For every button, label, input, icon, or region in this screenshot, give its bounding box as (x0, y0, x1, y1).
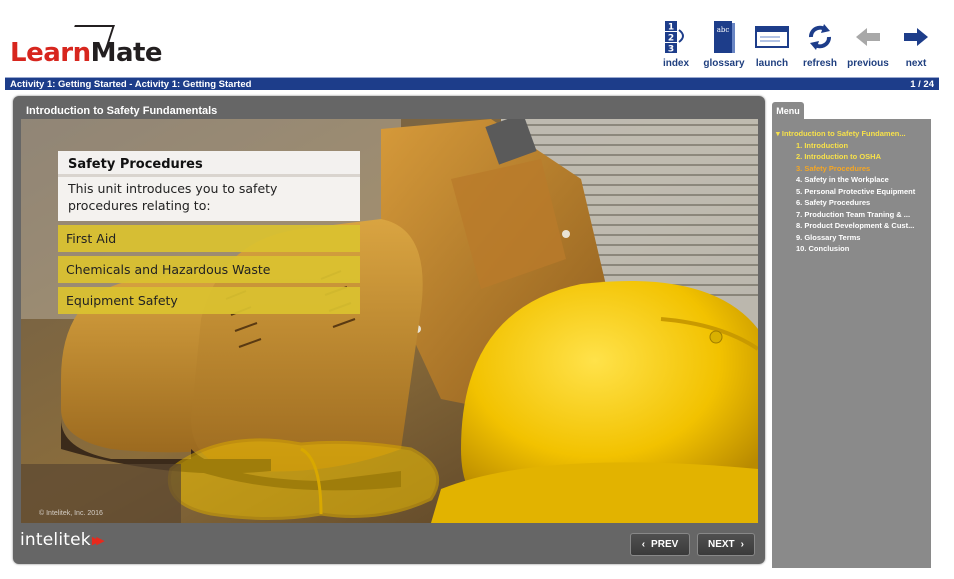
previous-label: previous (847, 58, 889, 69)
topic-chemicals: Chemicals and Hazardous Waste (58, 256, 360, 283)
card-intro: This unit introduces you to safety proce… (58, 177, 360, 221)
svg-text:3: 3 (668, 45, 674, 55)
menu-item[interactable]: 2. Introduction to OSHA (772, 151, 931, 163)
topic-equipment-safety: Equipment Safety (58, 287, 360, 314)
arrow-left-icon (856, 28, 880, 46)
refresh-button[interactable]: refresh (796, 18, 844, 69)
menu-item[interactable]: 4. Safety in the Workplace (772, 174, 931, 186)
menu-item[interactable]: 10. Conclusion (772, 243, 931, 255)
svg-text:1: 1 (668, 23, 674, 33)
index-label: index (662, 58, 690, 69)
index-button[interactable]: 1 2 3 index (652, 18, 700, 69)
next-slide-label: NEXT (707, 539, 735, 550)
launch-window-icon (755, 26, 789, 48)
next-button[interactable]: next (892, 18, 940, 69)
refresh-icon (809, 24, 831, 50)
breadcrumb: Activity 1: Getting Started - Activity 1… (10, 78, 252, 90)
glossary-book-icon: abc (714, 21, 735, 53)
glossary-button[interactable]: abc glossary (700, 18, 748, 69)
menu-item[interactable]: 5. Personal Protective Equipment (772, 186, 931, 198)
double-arrow-icon: ▶▶ (91, 534, 105, 547)
arrow-right-icon (904, 28, 928, 46)
page-counter: 1 / 24 (910, 78, 934, 90)
intelitek-wordmark: intelitek (20, 530, 91, 550)
intelitek-logo: intelitek ▶▶ (20, 530, 105, 550)
refresh-label: refresh (803, 58, 837, 69)
menu-tab[interactable]: Menu (772, 102, 804, 119)
lesson-title: Introduction to Safety Fundamentals (26, 105, 218, 117)
menu-item[interactable]: 6. Safety Procedures (772, 197, 931, 209)
svg-text:2: 2 (668, 34, 674, 44)
menu-panel: ▾ Introduction to Safety Fundamen... 1. … (772, 119, 931, 568)
learnmate-app: Learn Mate 1 2 3 index abc glossary laun… (0, 0, 954, 579)
launch-label: launch (755, 58, 789, 69)
content-card: Safety Procedures This unit introduces y… (58, 151, 360, 314)
menu-item[interactable]: 7. Production Team Traning & ... (772, 209, 931, 221)
menu-item[interactable]: 1. Introduction (772, 140, 931, 152)
menu-item[interactable]: 8. Product Development & Cust... (772, 220, 931, 232)
prev-label: PREV (651, 539, 679, 550)
status-bar: Activity 1: Getting Started - Activity 1… (5, 77, 939, 90)
menu-root-label: Introduction to Safety Fundamen... (781, 129, 906, 138)
chevron-right-icon: › (740, 539, 744, 550)
next-slide-button[interactable]: NEXT › (697, 533, 755, 556)
chevron-left-icon: ‹ (641, 539, 646, 550)
menu-item[interactable]: 3. Safety Procedures (772, 163, 931, 175)
learnmate-logo: Learn Mate (10, 25, 163, 66)
prev-button[interactable]: ‹ PREV (630, 533, 690, 556)
menu-list: 1. Introduction 2. Introduction to OSHA 3.… (772, 140, 931, 255)
glossary-label: glossary (703, 58, 745, 69)
launch-button[interactable]: launch (748, 18, 796, 69)
menu-item[interactable]: 9. Glossary Terms (772, 232, 931, 244)
toolbar: 1 2 3 index abc glossary launch refresh … (652, 18, 940, 69)
next-label: next (905, 58, 927, 69)
menu-root-item[interactable]: ▾ Introduction to Safety Fundamen... (772, 128, 931, 140)
svg-text:abc: abc (717, 26, 730, 34)
card-heading: Safety Procedures (58, 151, 360, 177)
index-icon: 1 2 3 (665, 21, 684, 55)
lesson-player: Introduction to Safety Fundamentals Safe… (13, 96, 765, 564)
previous-button[interactable]: previous (844, 18, 892, 69)
topic-first-aid: First Aid (58, 225, 360, 252)
slide-stage: Safety Procedures This unit introduces y… (21, 119, 758, 523)
copyright-text: © Intelitek, Inc. 2016 (39, 510, 103, 517)
